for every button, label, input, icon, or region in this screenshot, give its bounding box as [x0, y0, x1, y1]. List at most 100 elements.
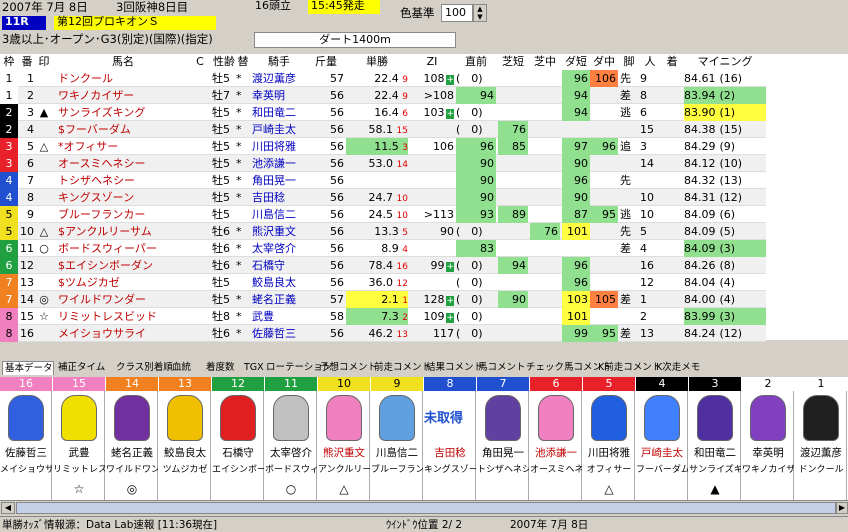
- silk-column[interactable]: 4 戸崎圭太 フーバーダム: [636, 377, 688, 500]
- column-header-ch[interactable]: 替: [236, 54, 250, 70]
- silk-column[interactable]: 16 佐藤哲三メイショウサラ: [0, 377, 52, 500]
- table-row[interactable]: 4 8 キングスゾーン 牡5 * 吉田稔 56 24.7 10 90 90 10 84.31 (12): [0, 189, 766, 206]
- cell-zi: [410, 189, 454, 206]
- tab-1[interactable]: 補正タイム: [56, 361, 112, 375]
- tab-12[interactable]: K前走コメント: [596, 361, 661, 375]
- cell-kin: 56: [330, 327, 344, 340]
- cell-ch: *: [236, 259, 242, 272]
- column-header-shiba-s[interactable]: 芝短: [498, 54, 528, 70]
- scroll-right-button[interactable]: ▶: [836, 502, 848, 514]
- table-row[interactable]: 6 12 $エイシンボーダン 牡6 * 石橋守 56 78.4 16 99 +( 0) 94 96 16…: [0, 257, 766, 274]
- tab-7[interactable]: 予想コメント: [318, 361, 377, 375]
- column-header-chaku[interactable]: 着: [662, 54, 682, 70]
- cell-ninki: 16: [640, 259, 654, 272]
- table-row[interactable]: 3 6 オースミヘネシー 牡5 * 池添謙一 56 53.0 14 90 90 14 84.12 (10…: [0, 155, 766, 172]
- column-header-name[interactable]: 馬名: [58, 54, 188, 70]
- tab-11[interactable]: チェック馬コメント: [524, 361, 612, 375]
- column-header-da-m[interactable]: ダ中: [590, 54, 618, 70]
- color-base-spinner[interactable]: ▲ ▼: [473, 4, 487, 22]
- scroll-left-button[interactable]: ◀: [1, 502, 15, 514]
- tab-6[interactable]: ローテーション: [264, 361, 332, 375]
- scroll-thumb[interactable]: [16, 502, 836, 514]
- tab-2[interactable]: クラス別着順: [114, 361, 173, 375]
- column-header-zi[interactable]: ZI: [410, 54, 454, 70]
- cell-waku: 5: [0, 223, 18, 240]
- column-header-kin[interactable]: 斤量: [308, 54, 344, 70]
- silk-column[interactable]: 2 幸英明 ワキノカイザ: [742, 377, 794, 500]
- table-header: 枠番印馬名 C 性齢替騎手 斤量 単勝 ZI 直前 芝短 芝中 ダ短 ダ中脚人着マイニング: [0, 54, 848, 70]
- silk-column[interactable]: 5 川田将雅 オフィサー △: [583, 377, 635, 500]
- silk-jockey-name: 川田将雅: [588, 447, 630, 459]
- column-header-sexage[interactable]: 性齢: [212, 54, 236, 70]
- tab-9[interactable]: 結果コメント: [424, 361, 483, 375]
- cell-sexage: 牡6: [212, 225, 230, 238]
- tab-8[interactable]: 前走コメント: [372, 361, 431, 375]
- table-row[interactable]: 1 1 ドンクール 牡5 * 渡辺薫彦 57 22.4 9 108 +( 0) 96 106 先 9 84.…: [0, 70, 766, 87]
- column-header-odds[interactable]: 単勝: [346, 54, 408, 70]
- column-header-choku[interactable]: 直前: [456, 54, 496, 70]
- status-date: 2007年 7月 8日: [510, 519, 589, 531]
- table-row[interactable]: 5 9 ブルーフランカー 牡5 川島信二 56 24.5 10 >113 93 89 87 95 逃 10…: [0, 206, 766, 223]
- tab-0[interactable]: 基本データ: [2, 361, 54, 375]
- table-row[interactable]: 3 5 △ *オフィサー 牡5 * 川田将雅 56 11.5 3 106 96 85 97 96 追 3 84.…: [0, 138, 766, 155]
- column-header-mark[interactable]: 印: [34, 54, 54, 70]
- mining-rank: (2): [719, 89, 736, 102]
- silk-column[interactable]: 1 渡辺薫彦 ドンクール: [795, 377, 847, 500]
- silk-column[interactable]: 9 川島信二 ブルーフラン: [371, 377, 423, 500]
- table-row[interactable]: 6 11 ○ ボードスウィーパー 牡6 * 太宰啓介 56 8.9 4 83 差 4 84.09 (3): [0, 240, 766, 257]
- cell-mark: [34, 155, 54, 172]
- cell-mark: [34, 121, 54, 138]
- table-row[interactable]: 8 15 ☆ リミットレスビッド 牡8 * 武豊 58 7.3 2 109 +( 0) 101 2 83.…: [0, 308, 766, 325]
- column-header-ninki[interactable]: 人: [640, 54, 660, 70]
- cell-mark: [34, 325, 54, 342]
- horizontal-scrollbar[interactable]: ◀ ▶: [0, 500, 848, 514]
- silk-column[interactable]: 10 熊沢重文 アンクルリー △: [318, 377, 370, 500]
- silk-column[interactable]: 12 石橋守 エイシンボー: [212, 377, 264, 500]
- silk-column[interactable]: 6 池添謙一 オースミヘネ: [530, 377, 582, 500]
- cell-name: $ツムジカゼ: [58, 276, 120, 289]
- cell-kyaku: [620, 121, 638, 138]
- column-header-ban[interactable]: 番: [20, 54, 34, 70]
- column-header-jockey[interactable]: 騎手: [252, 54, 306, 70]
- table-row[interactable]: 1 2 ワキノカイザー 牡7 * 幸英明 56 22.4 9 >108 94 94 差 8 83.94 (2…: [0, 87, 766, 104]
- cell-shiba-s: 89: [498, 206, 528, 223]
- column-header-waku[interactable]: 枠: [0, 54, 18, 70]
- column-header-mining[interactable]: マイニング: [684, 54, 766, 70]
- tab-4[interactable]: 着度数: [204, 361, 240, 375]
- silk-column[interactable]: 7 角田晃一 トシザヘネシ: [477, 377, 529, 500]
- tab-5[interactable]: TGX: [242, 361, 264, 375]
- horse-number-badge: 11: [265, 377, 317, 391]
- color-base-input[interactable]: 100: [441, 4, 473, 22]
- silk-column[interactable]: 14 蛯名正義 ワイルドワン ◎: [106, 377, 158, 500]
- column-header-kyaku[interactable]: 脚: [620, 54, 638, 70]
- table-row[interactable]: 7 14 ◎ ワイルドワンダー 牡5 * 蛯名正義 57 2.1 1 128 +( 0) 90 103 1…: [0, 291, 766, 308]
- table-row[interactable]: 8 16 メイショウサライ 牡6 * 佐藤哲三 56 46.2 13 117( 0) 99 95 差 1…: [0, 325, 766, 342]
- cell-ch: *: [236, 157, 242, 170]
- silk-column[interactable]: 13 鮫島良太 ツムジカゼ: [159, 377, 211, 500]
- silk-column[interactable]: 8 未取得 吉田稔 キングスゾー: [424, 377, 476, 500]
- tab-10[interactable]: 馬コメント: [476, 361, 526, 375]
- table-row[interactable]: 2 4 $フーバーダム 牡5 * 戸崎圭太 56 58.1 15 ( 0) 76 15 84.38 (1…: [0, 121, 766, 138]
- tab-3[interactable]: 血統: [170, 361, 202, 375]
- table-row[interactable]: 7 13 $ツムジカゼ 牡5 鮫島良太 56 36.0 12 ( 0) 96 12 84.04 (4): [0, 274, 766, 291]
- mining-value: 84.26: [684, 259, 716, 272]
- table-row[interactable]: 4 7 トシザヘネシー 牡5 * 角田晃一 56 90 96 先 84.32 (13): [0, 172, 766, 189]
- silk-column[interactable]: 11 太宰啓介 ボードスウィ ○: [265, 377, 317, 500]
- cell-odds: 58.1 15: [368, 123, 408, 136]
- table-row[interactable]: 5 10 △ $アンクルリーサム 牡6 * 熊沢重文 56 13.3 5 90( 0) 76 101 先…: [0, 223, 766, 240]
- silk-column[interactable]: 15 武豊リミットレスビ ☆: [53, 377, 105, 500]
- tab-13[interactable]: K次走メモ: [654, 361, 708, 375]
- race-name: 第12回プロキオンＳ: [54, 16, 216, 30]
- cell-name: ブルーフランカー: [58, 208, 146, 221]
- cell-kyaku: 先: [620, 174, 631, 187]
- cell-mark: [34, 70, 54, 87]
- silk-mark: [0, 481, 52, 497]
- column-header-shiba-m[interactable]: 芝中: [530, 54, 560, 70]
- column-header-da-s[interactable]: ダ短: [562, 54, 590, 70]
- table-row[interactable]: 2 3 ▲ サンライズキング 牡5 * 和田竜二 56 16.4 6 103 +( 0) 94 逃 6 83…: [0, 104, 766, 121]
- cell-jockey: 武豊: [252, 310, 274, 323]
- silk-column[interactable]: 3 和田竜二 サンライズキ ▲: [689, 377, 741, 500]
- cell-ban: 8: [27, 191, 34, 204]
- column-header-c[interactable]: C: [190, 54, 210, 70]
- cell-choku: ( 0): [456, 106, 483, 119]
